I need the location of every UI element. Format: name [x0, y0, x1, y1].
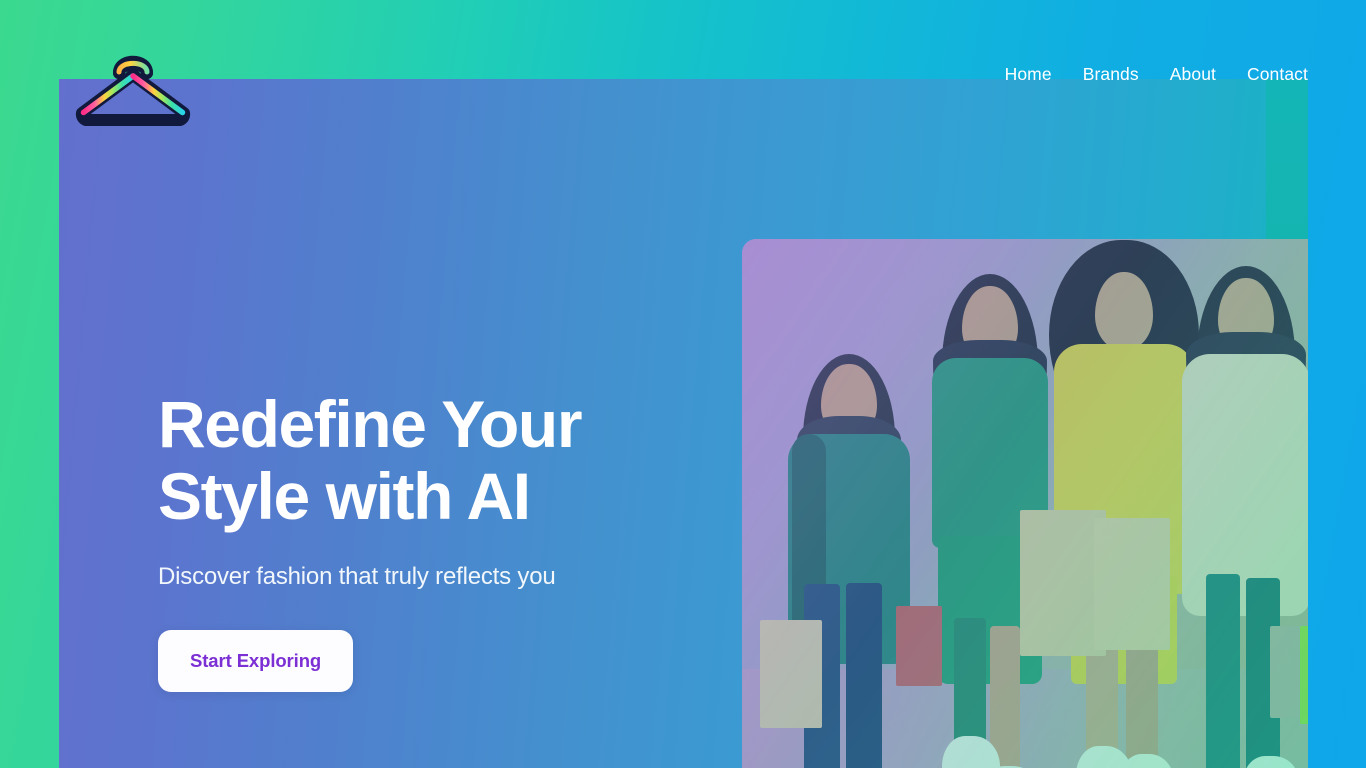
hero-card: Redefine Your Style with AI Discover fas… — [59, 79, 1308, 768]
nav-link-brands[interactable]: Brands — [1083, 65, 1139, 84]
page-title: Redefine Your Style with AI — [158, 387, 583, 533]
nav-link-contact[interactable]: Contact — [1247, 65, 1308, 84]
nav-link-about[interactable]: About — [1170, 65, 1216, 84]
start-exploring-button[interactable]: Start Exploring — [158, 629, 354, 692]
nav-link-home[interactable]: Home — [1005, 65, 1052, 84]
photo-gradient-overlay-screen — [742, 239, 1308, 768]
hero-subtitle: Discover fashion that truly reflects you — [158, 562, 556, 590]
page-root: Redefine Your Style with AI Discover fas… — [0, 0, 1366, 768]
main-navigation: Home Brands About Contact — [1005, 65, 1308, 84]
hero-image-panel — [742, 239, 1308, 768]
hero-copy: Redefine Your Style with AI Discover fas… — [158, 387, 718, 692]
hanger-logo-icon[interactable] — [70, 42, 196, 126]
